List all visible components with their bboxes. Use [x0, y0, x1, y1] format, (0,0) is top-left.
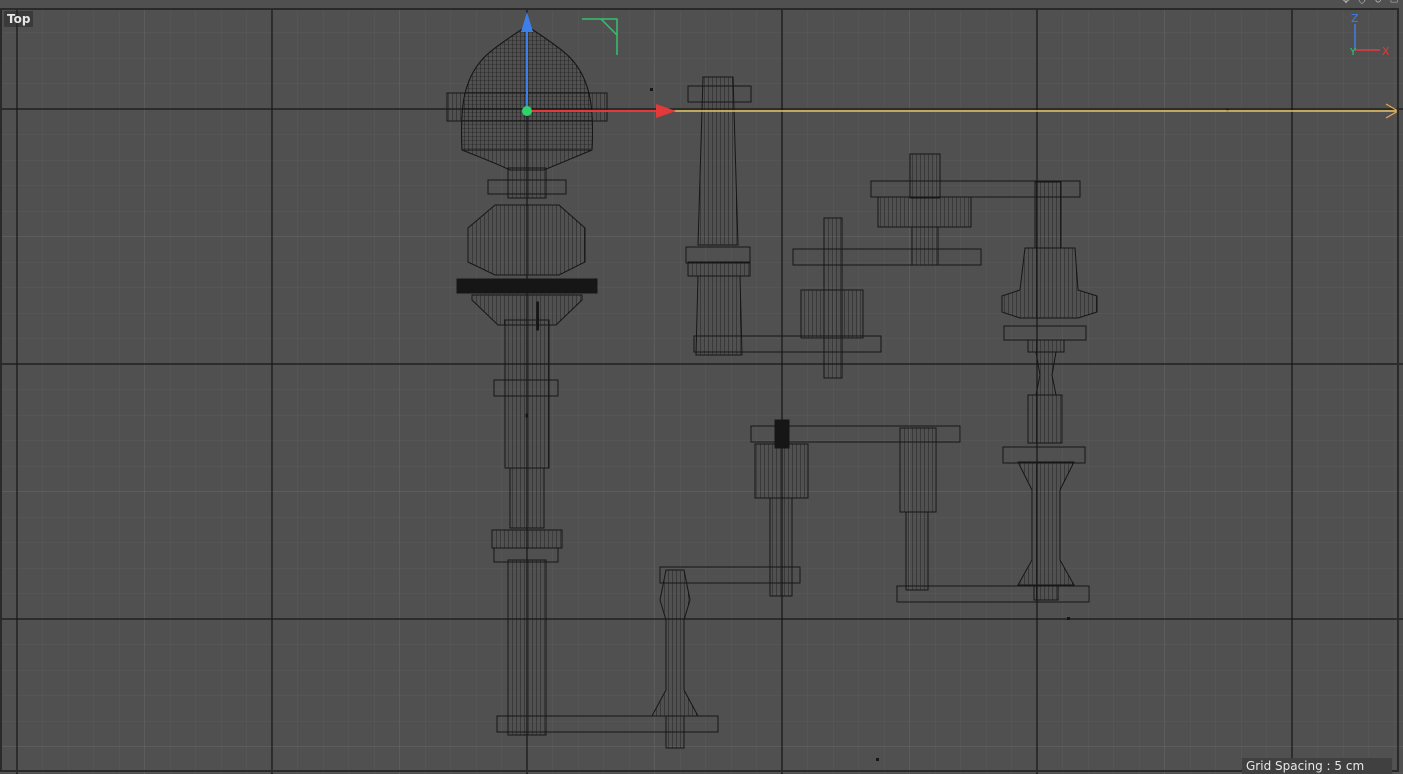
top-viewport[interactable]: Z X Y ✥ ◇ ↻ ▭ Top Grid Spacing : 5 cm — [0, 0, 1403, 774]
move-view-icon[interactable]: ✥ — [1341, 0, 1351, 6]
axis-z-label: Z — [1351, 12, 1359, 25]
toggle-layout-icon[interactable]: ▭ — [1389, 0, 1399, 6]
rotate-view-icon[interactable]: ↻ — [1373, 0, 1383, 6]
viewport-scene[interactable]: Z X Y — [0, 0, 1403, 774]
axis-x-label: X — [1382, 45, 1390, 58]
object-origin-handle[interactable] — [522, 106, 532, 116]
view-name-label[interactable]: Top — [4, 11, 34, 27]
viewport-nav-icons: ✥ ◇ ↻ ▭ — [1341, 0, 1399, 6]
zoom-view-icon[interactable]: ◇ — [1357, 0, 1367, 6]
grid-spacing-readout: Grid Spacing : 5 cm — [1242, 758, 1392, 774]
axis-y-label: Y — [1349, 47, 1357, 58]
